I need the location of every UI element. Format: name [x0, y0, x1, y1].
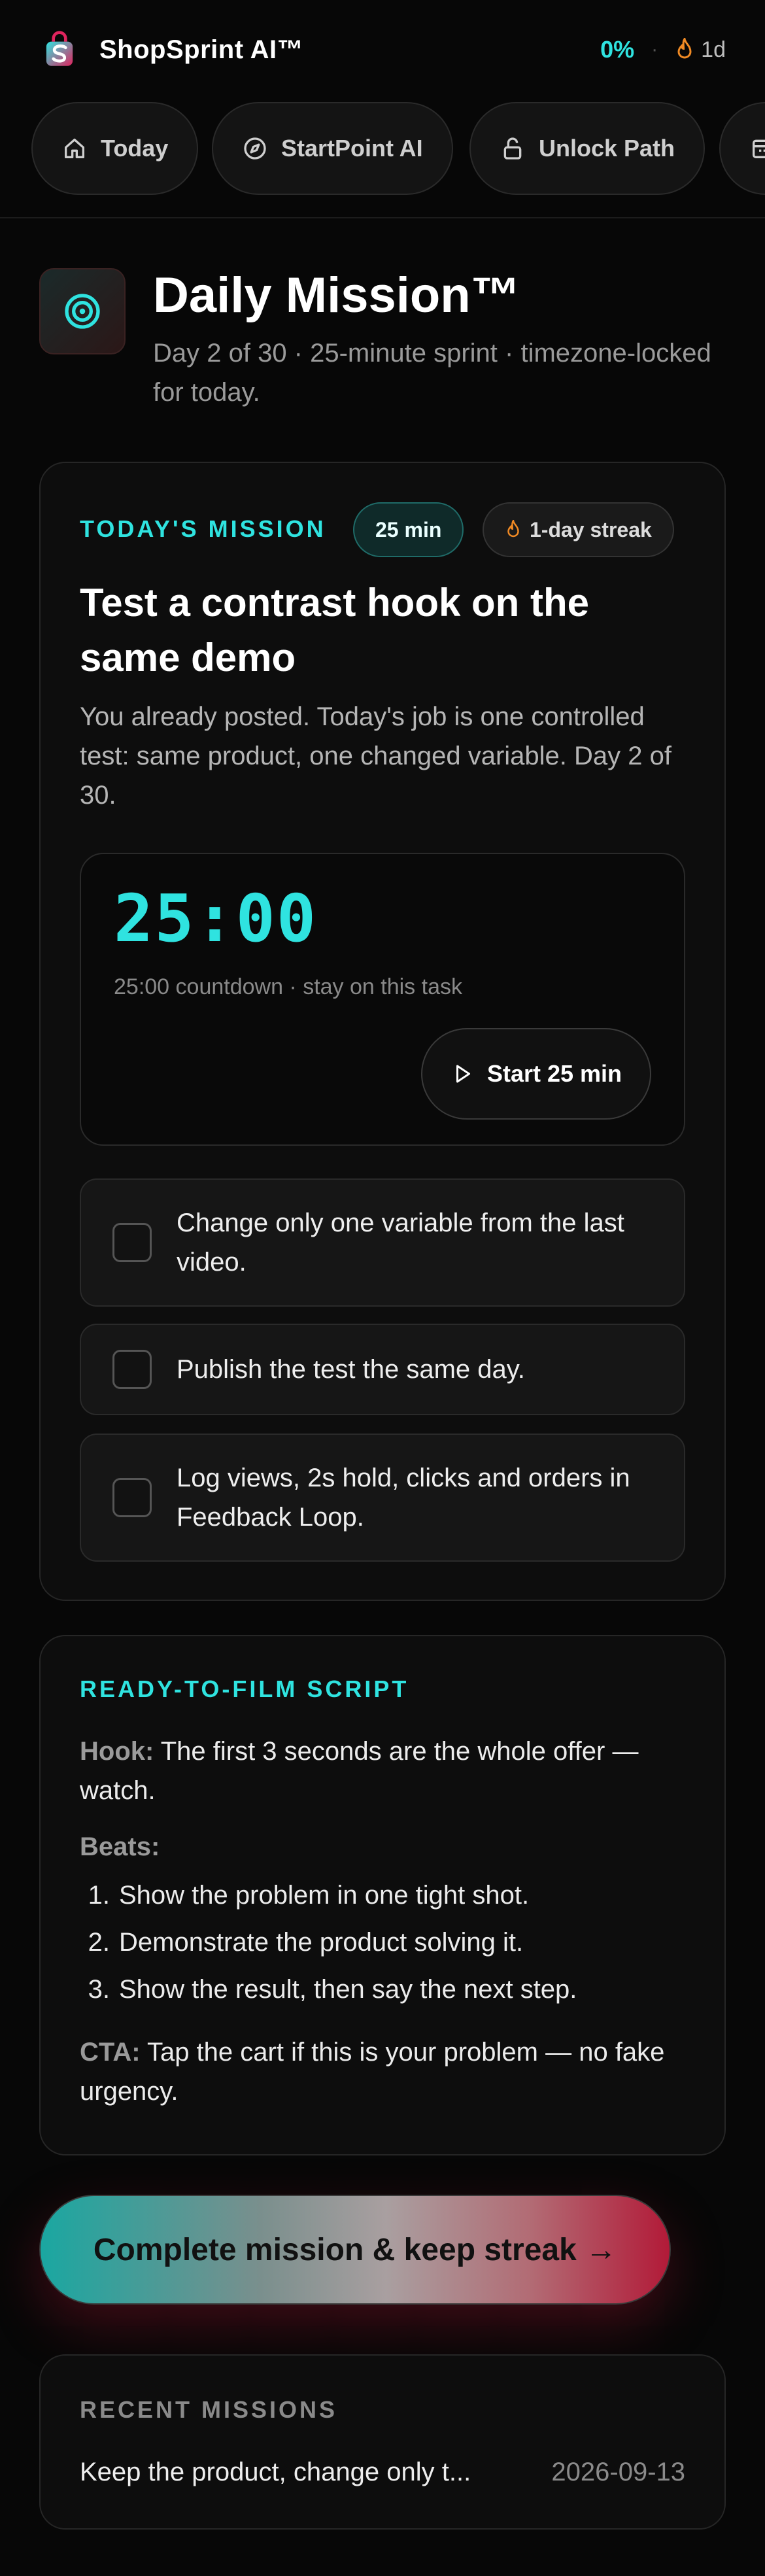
tab-unlock-path[interactable]: Unlock Path	[469, 102, 706, 195]
cta-key: CTA:	[80, 2038, 141, 2067]
flame-icon	[507, 520, 519, 538]
tab-today[interactable]: Today	[31, 102, 199, 195]
checklist-item[interactable]: Log views, 2s hold, clicks and orders in…	[80, 1434, 685, 1562]
streak-badge-label: 1-day streak	[530, 517, 652, 541]
streak-badge: 1-day streak	[483, 502, 674, 557]
brand-logo-icon	[46, 31, 73, 66]
timer-panel: 25:00 25:00 countdown · stay on this tas…	[80, 853, 685, 1146]
brand-name: ShopSprint AI™	[99, 35, 304, 64]
play-icon	[456, 1065, 470, 1083]
start-timer-button[interactable]: Start 25 min	[421, 1028, 651, 1120]
checklist-item[interactable]: Publish the test the same day.	[80, 1324, 685, 1415]
beats-label: Beats:	[80, 1832, 160, 1861]
checklist-label: Change only one variable from the last v…	[177, 1209, 624, 1277]
unlock-icon	[503, 137, 522, 160]
hook-key: Hook:	[80, 1737, 154, 1766]
checkbox[interactable]	[112, 1478, 152, 1517]
compass-icon	[244, 137, 266, 160]
script-hook: Hook: The first 3 seconds are the whole …	[80, 1732, 694, 1810]
countdown-timer: 25:00	[114, 880, 318, 957]
beat-text: Demonstrate the product solving it.	[119, 1928, 524, 1957]
page-subtitle: Day 2 of 30 · 25-minute sprint · timezon…	[153, 339, 711, 407]
recent-missions-title: RECENT MISSIONS	[80, 2396, 338, 2423]
checkbox[interactable]	[112, 1350, 152, 1389]
timer-note: 25:00 countdown · stay on this task	[114, 974, 462, 999]
cta-text: Tap the cart if this is your problem — n…	[80, 2038, 665, 2106]
header-stats: 0% · 1d	[600, 36, 726, 63]
flame-icon	[677, 38, 692, 59]
nav-tabs: Today StartPoint AI Unlock Path	[0, 99, 765, 218]
beat-item: 1. Show the problem in one tight shot.	[88, 1881, 530, 1910]
beat-item: 2. Demonstrate the product solving it.	[88, 1928, 524, 1957]
complete-mission-button[interactable]: Complete mission & keep streak →	[39, 2195, 671, 2305]
beat-text: Show the problem in one tight shot.	[119, 1881, 530, 1910]
calendar-icon	[753, 139, 765, 158]
tab-unlock-label: Unlock Path	[539, 135, 675, 162]
tab-today-label: Today	[101, 135, 169, 162]
tab-startpoint-ai[interactable]: StartPoint AI	[212, 102, 453, 195]
streak-counter: 1d	[675, 37, 726, 63]
script-eyebrow: READY-TO-FILM SCRIPT	[80, 1675, 409, 1702]
checklist-label: Log views, 2s hold, clicks and orders in…	[177, 1464, 630, 1532]
time-badge: 25 min	[353, 502, 464, 557]
tab-startpoint-label: StartPoint AI	[281, 135, 423, 162]
recent-mission-date: 2026-09-13	[551, 2458, 685, 2486]
streak-days: 1d	[701, 37, 726, 62]
page-title: Daily Mission™	[153, 267, 520, 323]
separator-dot: ·	[651, 39, 658, 60]
target-icon	[65, 294, 100, 329]
mission-card: TODAY'S MISSION 25 min 1-day streak Test…	[39, 462, 726, 1601]
script-cta: CTA: Tap the cart if this is your proble…	[80, 2033, 694, 2111]
checkbox[interactable]	[112, 1223, 152, 1262]
top-bar: ShopSprint AI™ 0% · 1d	[0, 0, 765, 99]
mission-description: You already posted. Today's job is one c…	[80, 702, 672, 810]
recent-missions-card: RECENT MISSIONS Keep the product, change…	[39, 2354, 726, 2530]
recent-mission-text[interactable]: Keep the product, change only t...	[80, 2454, 498, 2490]
mission-title: Test a contrast hook on the same demo	[80, 581, 589, 679]
mission-eyebrow: TODAY'S MISSION	[80, 515, 326, 542]
checklist-label: Publish the test the same day.	[177, 1355, 525, 1384]
script-card: READY-TO-FILM SCRIPT Hook: The first 3 s…	[39, 1635, 726, 2155]
home-icon	[65, 139, 84, 158]
tab-calendar[interactable]	[719, 102, 765, 195]
beat-item: 3. Show the result, then say the next ste…	[88, 1975, 577, 2004]
mission-target-badge	[39, 268, 126, 354]
checklist-item[interactable]: Change only one variable from the last v…	[80, 1178, 685, 1307]
beat-text: Show the result, then say the next step.	[119, 1975, 577, 2004]
hook-text: The first 3 seconds are the whole offer …	[80, 1737, 639, 1805]
start-button-label: Start 25 min	[486, 1060, 622, 1087]
progress-percent: 0%	[600, 36, 635, 63]
